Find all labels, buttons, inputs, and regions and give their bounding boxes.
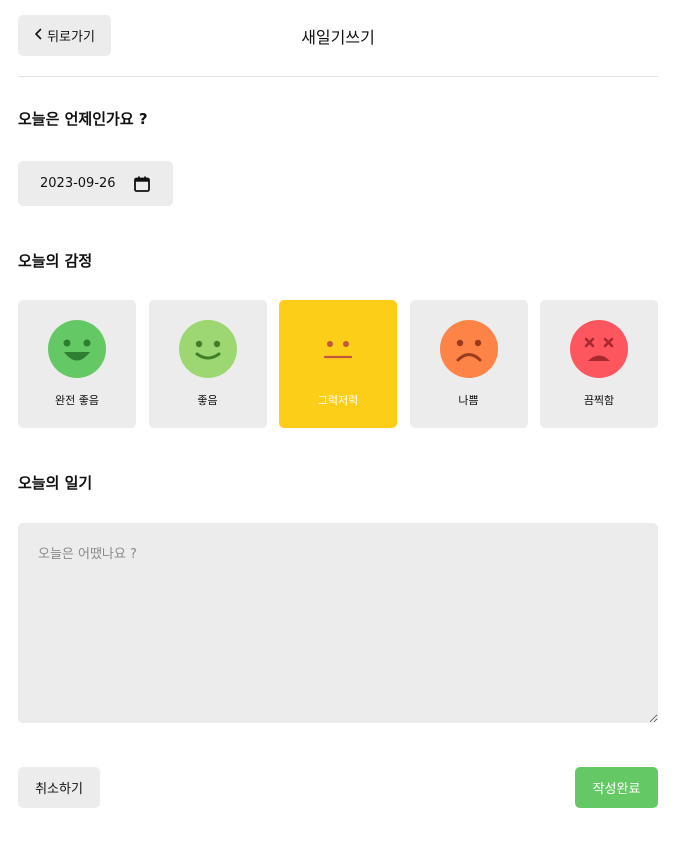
date-section-title: 오늘은 언제인가요 ? <box>18 110 148 128</box>
calendar-icon[interactable] <box>133 175 151 193</box>
submit-button[interactable]: 작성완료 <box>575 767 658 808</box>
emotion-option-good[interactable]: 좋음 <box>148 300 267 428</box>
emotion-option-terrible[interactable]: 끔찍함 <box>540 300 658 428</box>
sad-face-icon <box>439 319 499 379</box>
terrible-face-icon <box>569 319 629 379</box>
diary-textarea[interactable] <box>18 523 658 723</box>
emotion-label: 끔찍함 <box>583 394 615 407</box>
emotion-label: 완전 좋음 <box>55 394 99 407</box>
emotion-option-very-good[interactable]: 완전 좋음 <box>18 300 136 428</box>
emotion-option-so-so[interactable]: 그럭저럭 <box>279 300 397 428</box>
neutral-face-icon <box>308 319 368 379</box>
very-happy-face-icon <box>47 319 107 379</box>
diary-section-title: 오늘의 일기 <box>18 474 93 492</box>
emotion-option-bad[interactable]: 나쁨 <box>409 300 528 428</box>
emotion-label: 좋음 <box>197 394 218 407</box>
happy-face-icon <box>178 319 238 379</box>
emotion-section-title: 오늘의 감정 <box>18 252 93 270</box>
page-title: 새일기쓰기 <box>301 28 375 47</box>
header: 뒤로가기 새일기쓰기 <box>18 0 658 77</box>
emotion-label: 나쁨 <box>458 394 479 407</box>
emotion-label: 그럭저럭 <box>317 394 359 407</box>
date-input[interactable]: 2023-09-26 <box>18 161 173 206</box>
emotion-list: 완전 좋음 좋음 그럭저럭 나쁨 끔찍함 <box>18 300 658 428</box>
cancel-button[interactable]: 취소하기 <box>18 767 100 808</box>
date-value: 2023-09-26 <box>40 176 116 191</box>
